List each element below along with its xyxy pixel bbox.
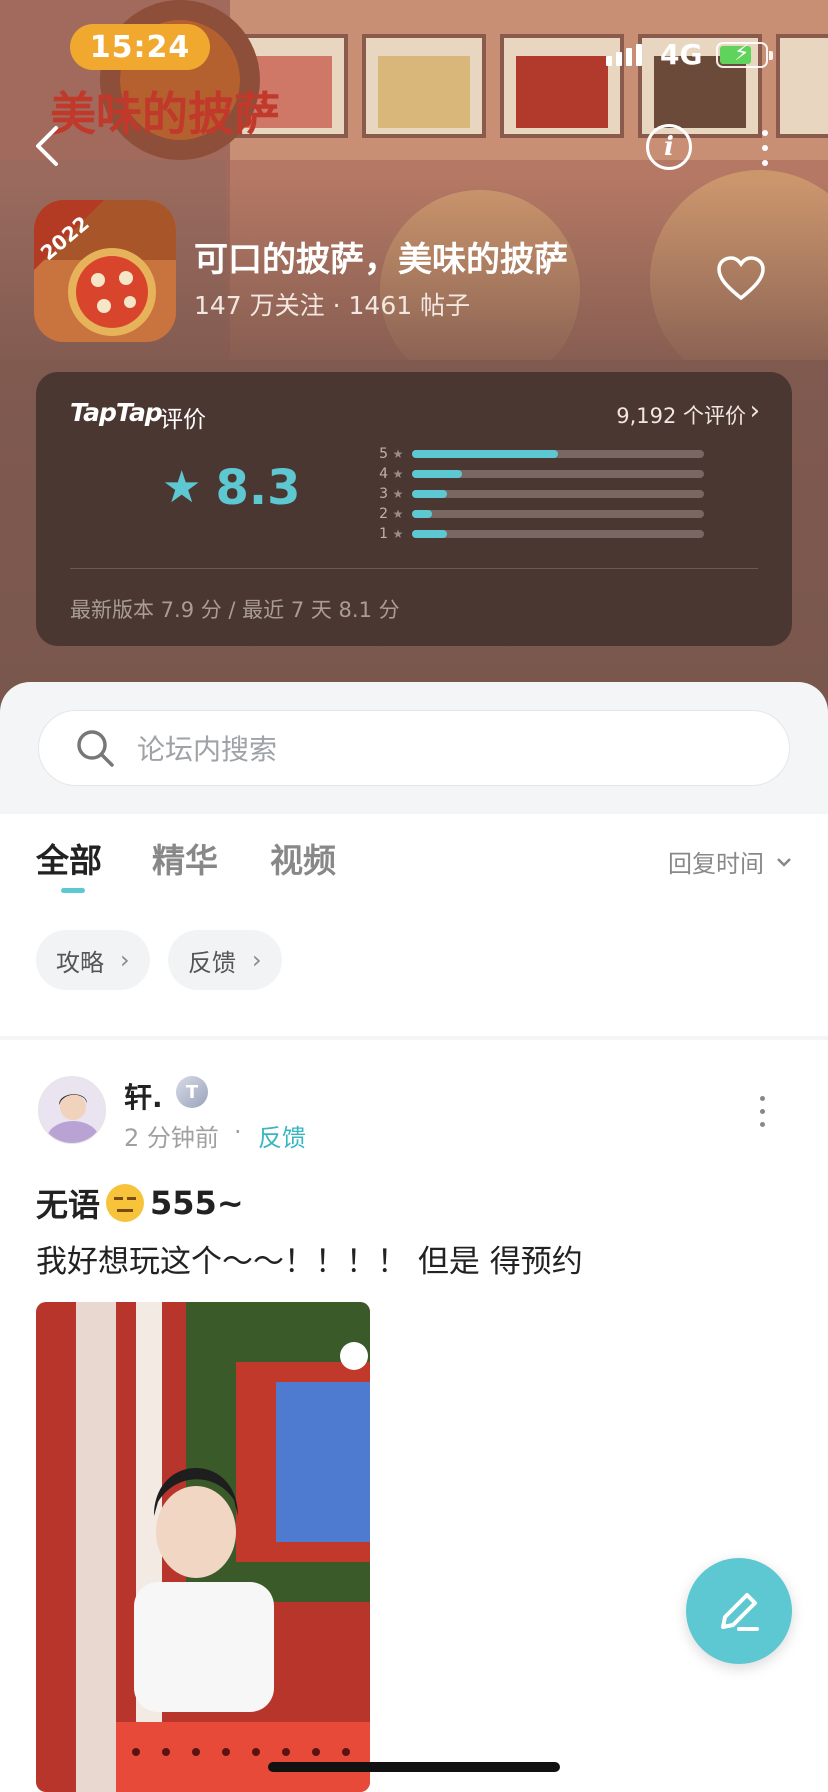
post-time: 2 分钟前 (124, 1124, 219, 1152)
chip-label: 反馈 (188, 948, 236, 977)
pen-icon (721, 1593, 759, 1631)
game-title: 可口的披萨，美味的披萨 (194, 240, 568, 280)
post-title: 无语 555~ (36, 1180, 244, 1226)
battery-icon: ⚡ (716, 41, 773, 68)
post-card[interactable]: 轩. T 2 分钟前 · 反馈 无语 555~ 我好想玩这个～～！！！！ 但是 … (0, 1040, 828, 1792)
game-icon: 2022 (34, 200, 176, 342)
chevron-right-icon: › (749, 396, 760, 426)
post-title-b: 555~ (150, 1184, 244, 1222)
network-label: 4G (660, 38, 703, 71)
tab-all[interactable]: 全部 (36, 834, 102, 882)
taptap-logo: TapTap (70, 398, 163, 427)
search-placeholder: 论坛内搜索 (137, 733, 278, 766)
rating-score: ★ 8.3 (162, 460, 300, 516)
signal-icon (606, 44, 642, 66)
star-icon: ★ (162, 462, 202, 513)
compose-button[interactable] (686, 1558, 792, 1664)
rating-bar-row: 1 ★ (372, 524, 742, 544)
rating-bar-row: 3 ★ (372, 484, 742, 504)
card-divider (70, 568, 758, 569)
chevron-down-icon (777, 857, 791, 867)
active-tab-indicator (61, 888, 85, 893)
rating-bar-row: 4 ★ (372, 464, 742, 484)
info-icon: i (664, 132, 674, 162)
user-level-badge: T (176, 1076, 208, 1108)
rating-bar-fill (412, 530, 448, 538)
status-time: 15:24 (70, 24, 210, 70)
chip-feedback[interactable]: 反馈 › (168, 930, 282, 990)
rating-bar-fill (412, 470, 462, 478)
tab-video[interactable]: 视频 (270, 834, 336, 882)
chevron-right-icon: › (120, 946, 130, 974)
heart-icon (717, 256, 765, 301)
chevron-left-icon (36, 126, 58, 166)
post-more-button[interactable] (760, 1096, 765, 1127)
rating-bar-row: 5 ★ (372, 444, 742, 464)
avatar[interactable] (38, 1076, 106, 1144)
sort-label: 回复时间 (668, 850, 764, 878)
follow-button[interactable] (716, 256, 766, 302)
rating-bar-fill (412, 450, 558, 458)
post-username[interactable]: 轩. (124, 1076, 163, 1116)
score-value: 8.3 (215, 460, 301, 516)
post-category[interactable]: 反馈 (258, 1118, 306, 1153)
home-indicator (268, 1762, 560, 1772)
rating-bar-row: 2 ★ (372, 504, 742, 524)
chip-guide[interactable]: 攻略 › (36, 930, 150, 990)
chip-label: 攻略 (56, 948, 104, 977)
rating-card[interactable]: TapTap 评价 9,192 个评价 › ★ 8.3 5 ★ 4 ★ 3 ★ 2 ★ … (36, 372, 792, 646)
search-icon (77, 730, 114, 767)
post-body: 我好想玩这个～～！！！！ 但是 得预约 (36, 1244, 583, 1280)
rating-label: 评价 (160, 407, 206, 433)
rating-distribution: 5 ★ 4 ★ 3 ★ 2 ★ 1 ★ (372, 444, 742, 544)
rating-footer: 最新版本 7.9 分 / 最近 7 天 8.1 分 (70, 598, 400, 622)
post-image[interactable] (36, 1302, 370, 1792)
info-button[interactable]: i (646, 124, 692, 170)
expressionless-emoji-icon (106, 1184, 145, 1222)
sort-dropdown[interactable]: 回复时间 (668, 844, 792, 879)
chevron-right-icon: › (252, 946, 262, 974)
rating-bar-fill (412, 490, 448, 498)
back-button[interactable] (24, 118, 68, 174)
tab-featured[interactable]: 精华 (152, 834, 218, 882)
banner-title-text: 美味的披萨 (50, 87, 280, 141)
game-meta: 147 万关注 · 1461 帖子 (194, 291, 471, 320)
tabs-area: 全部 精华 视频 回复时间 攻略 › 反馈 › (0, 814, 828, 1036)
post-title-a: 无语 (36, 1186, 101, 1224)
review-count[interactable]: 9,192 个评价 (616, 400, 746, 430)
more-button[interactable] (752, 126, 778, 170)
rating-bar-fill (412, 510, 433, 518)
search-input[interactable]: 论坛内搜索 (38, 710, 790, 786)
separator-dot: · (234, 1118, 242, 1146)
